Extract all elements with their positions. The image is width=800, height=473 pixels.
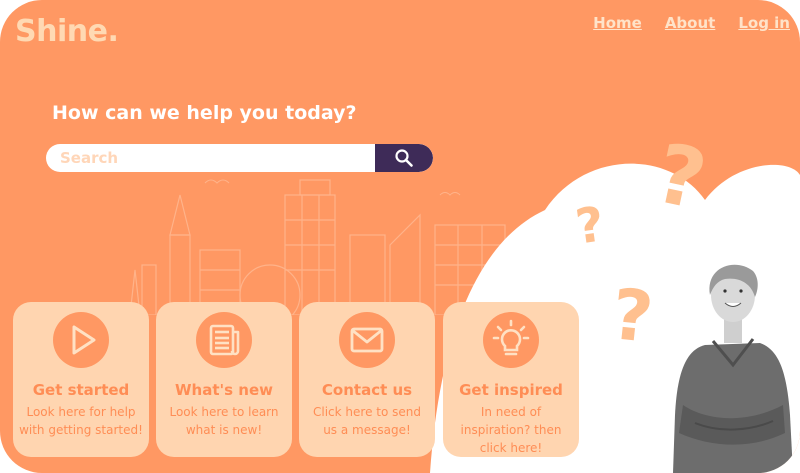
nav-link-about[interactable]: About — [665, 14, 716, 32]
question-mark-decoration: ? — [607, 273, 657, 359]
card-description: Click here to send us a message! — [313, 405, 421, 437]
top-nav: Home About Log in — [593, 14, 790, 32]
card-title: Get inspired — [459, 381, 563, 399]
search-bar — [46, 144, 433, 172]
card-description: In need of inspiration? then click here! — [460, 405, 562, 455]
card-title: What's new — [175, 381, 273, 399]
support-person-photo — [673, 264, 793, 473]
envelope-icon — [339, 312, 395, 368]
card-contact-us[interactable]: Contact us Click here to send us a messa… — [299, 302, 435, 457]
page-frame: ? ? ? Shine. Home About Log in How can w… — [0, 0, 800, 473]
lightbulb-icon — [483, 312, 539, 368]
card-title: Contact us — [321, 381, 413, 399]
play-icon — [53, 312, 109, 368]
card-description: Look here for help with getting started! — [19, 405, 143, 437]
search-button[interactable] — [375, 144, 433, 172]
card-get-started[interactable]: Get started Look here for help with gett… — [13, 302, 149, 457]
newspaper-icon — [196, 312, 252, 368]
card-description: Look here to learn what is new! — [169, 405, 279, 437]
brand-logo[interactable]: Shine. — [15, 14, 119, 49]
hero-headline: How can we help you today? — [52, 102, 357, 124]
card-title: Get started — [32, 381, 130, 399]
search-icon — [395, 149, 413, 167]
search-input[interactable] — [46, 144, 375, 172]
nav-link-login[interactable]: Log in — [738, 14, 790, 32]
nav-link-home[interactable]: Home — [593, 14, 642, 32]
card-get-inspired[interactable]: Get inspired In need of inspiration? the… — [443, 302, 579, 457]
card-whats-new[interactable]: What's new Look here to learn what is ne… — [156, 302, 292, 457]
